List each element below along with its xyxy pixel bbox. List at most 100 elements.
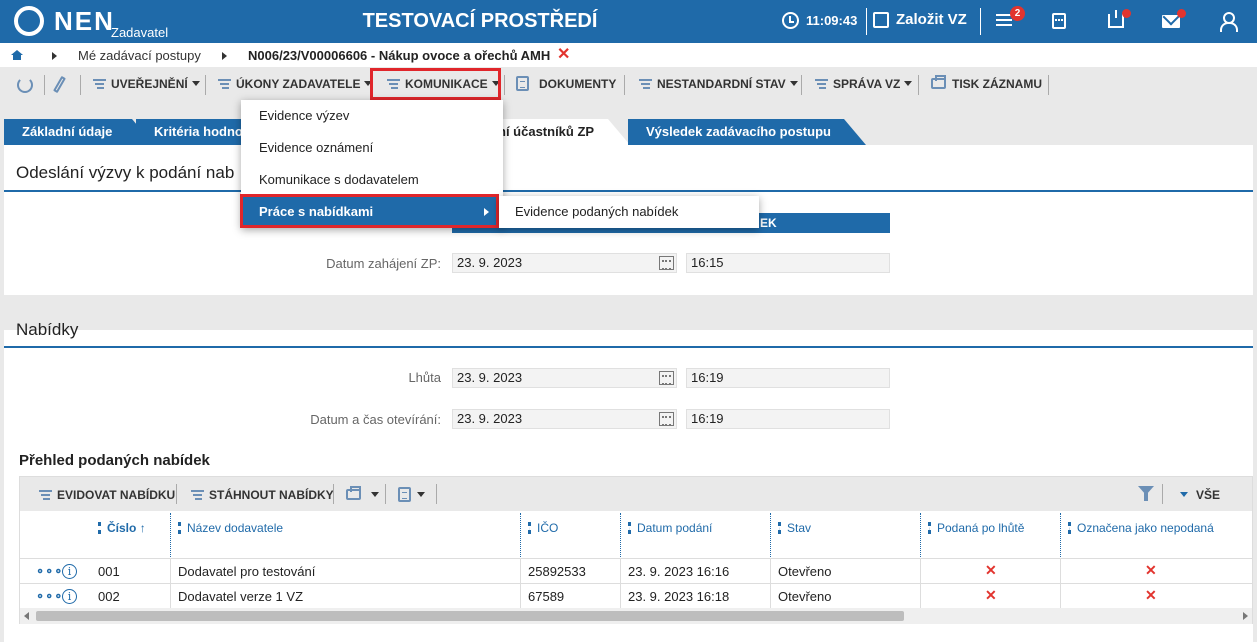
opening-date-field[interactable]: 23. 9. 2023 [452,409,677,429]
clock-icon [782,12,799,29]
export-menu-button[interactable] [398,487,425,503]
column-menu-icon[interactable] [98,522,101,534]
column-header-datum[interactable]: Datum podání [620,513,770,559]
evidovat-nabidku-button[interactable]: EVIDOVAT NABÍDKU [39,487,175,503]
sort-asc-icon: ↑ [139,521,146,535]
caret-down-icon [1180,492,1188,497]
dropdown-item-evidence-oznameni[interactable]: Evidence oznámení [241,132,503,164]
horizontal-scrollbar[interactable] [20,608,1252,624]
print-icon [346,486,361,500]
print-menu-button[interactable] [346,486,379,503]
button-label: VŠE [1196,488,1221,502]
dropdown-item-komunikace-dodavatel[interactable]: Komunikace s dodavatelem [241,164,503,196]
filter-icon[interactable] [1138,486,1154,501]
cell-divider [770,559,771,584]
pencil-icon[interactable] [53,75,66,94]
calendar-icon[interactable] [659,256,674,270]
menu-label: DOKUMENTY [539,77,617,91]
menu-nestandardni-stav[interactable]: NESTANDARDNÍ STAV [639,76,798,92]
info-icon[interactable]: i [62,564,77,579]
button-label: EVIDOVAT NABÍDKU [57,488,176,502]
start-date-field[interactable]: 23. 9. 2023 [452,253,677,273]
column-menu-icon[interactable] [528,522,531,534]
tab-bar: Základní údaje Kritéria hodno ní účastní… [0,102,1257,145]
mail-icon[interactable] [1162,15,1180,28]
button-label: STÁHNOUT NABÍDKY [209,488,334,502]
cell-divider [170,559,171,584]
opening-time-field[interactable]: 16:19 [686,409,890,429]
start-time-field[interactable]: 16:15 [686,253,890,273]
breadcrumb-item[interactable]: Mé zadávací postupy [78,48,201,63]
inbox-alert-dot [1122,9,1131,18]
logo-text[interactable]: NEN [54,6,115,36]
submenu-evidence-podanych-nabidek[interactable]: Evidence podaných nabídek [499,196,759,228]
cell-cislo: 001 [98,564,120,579]
scroll-left-icon[interactable] [24,612,29,620]
menu-ukony-zadavatele[interactable]: ÚKONY ZADAVATELE [218,76,373,92]
cell-stav: Otevřeno [778,589,832,604]
cell-datum: 23. 9. 2023 16:16 [628,564,730,579]
tab-zakladni-udaje[interactable]: Základní údaje [4,119,154,145]
dropdown-item-evidence-vyzev[interactable]: Evidence výzev [241,100,503,132]
column-header-po-lhute[interactable]: Podaná po lhůtě [920,513,1060,559]
menu-label: TISK ZÁZNAMU [952,77,1042,91]
divider [918,75,919,95]
menu-uverejneni[interactable]: UVEŘEJNĚNÍ [93,76,200,92]
menu-tisk-zaznamu[interactable]: TISK ZÁZNAMU [931,75,1042,92]
table-row[interactable]: ∘∘∘ i 001 Dodavatel pro testování 258925… [20,558,1252,584]
column-header-cislo[interactable]: Číslo ↑ [90,513,170,559]
breadcrumb-current: N006/23/V00006606 - Nákup ovoce a ořechů… [248,48,551,63]
inbox-icon[interactable] [1108,10,1124,28]
cell-divider [920,584,921,609]
stahnout-nabidky-button[interactable]: STÁHNOUT NABÍDKY [191,487,334,503]
deadline-time-field[interactable]: 16:19 [686,368,890,388]
table-row[interactable]: ∘∘∘ i 002 Dodavatel verze 1 VZ 67589 23.… [20,583,1252,609]
scroll-right-icon[interactable] [1243,612,1248,620]
tab-vysledek[interactable]: Výsledek zadávacího postupu [628,119,866,145]
cell-divider [520,584,521,609]
column-menu-icon[interactable] [928,522,931,534]
session-clock: 11:09:43 [806,13,858,28]
create-vz-button[interactable]: Založit VZ [896,11,967,28]
header-label: EK [760,216,777,230]
view-all-button[interactable]: VŠE [1176,487,1220,503]
column-menu-icon[interactable] [778,522,781,534]
logo-icon[interactable] [14,6,44,36]
cell-stav: Otevřeno [778,564,832,579]
more-icon[interactable]: ∘∘∘ [36,563,63,578]
divider [866,8,867,35]
column-menu-icon[interactable] [628,522,631,534]
calculator-icon[interactable] [1052,13,1066,29]
menu-sprava-vz[interactable]: SPRÁVA VZ [815,76,913,92]
column-menu-icon[interactable] [178,522,181,534]
divider [1162,484,1163,504]
column-header-nazev[interactable]: Název dodavatele [170,513,520,559]
home-icon[interactable] [11,50,23,60]
scroll-thumb[interactable] [36,611,904,621]
refresh-icon[interactable] [17,77,33,93]
menu-dokumenty[interactable]: DOKUMENTY [516,76,616,92]
edit-icon[interactable] [873,12,889,28]
menu-label: ÚKONY ZADAVATELE [236,77,361,91]
menu-label: SPRÁVA VZ [833,77,901,91]
column-header-stav[interactable]: Stav [770,513,920,559]
field-value: 23. 9. 2023 [457,370,523,385]
deadline-date-field[interactable]: 23. 9. 2023 [452,368,677,388]
user-icon[interactable] [1220,12,1238,32]
divider [4,346,1253,348]
info-icon[interactable]: i [62,589,77,604]
calendar-icon[interactable] [659,412,674,426]
column-menu-icon[interactable] [1068,522,1071,534]
print-icon [931,75,946,89]
calendar-icon[interactable] [659,371,674,385]
list-icon [93,79,106,89]
column-header-nepodana[interactable]: Označena jako nepodaná [1060,513,1252,559]
cell-divider [920,559,921,584]
column-header-ico[interactable]: IČO [520,513,620,559]
divider [205,75,206,95]
caret-down-icon [191,81,200,86]
offers-grid: EVIDOVAT NABÍDKU STÁHNOUT NABÍDKY VŠE Čí… [19,476,1253,624]
close-icon[interactable]: ✕ [557,46,570,64]
more-icon[interactable]: ∘∘∘ [36,588,63,603]
cell-nazev: Dodavatel verze 1 VZ [178,589,304,604]
